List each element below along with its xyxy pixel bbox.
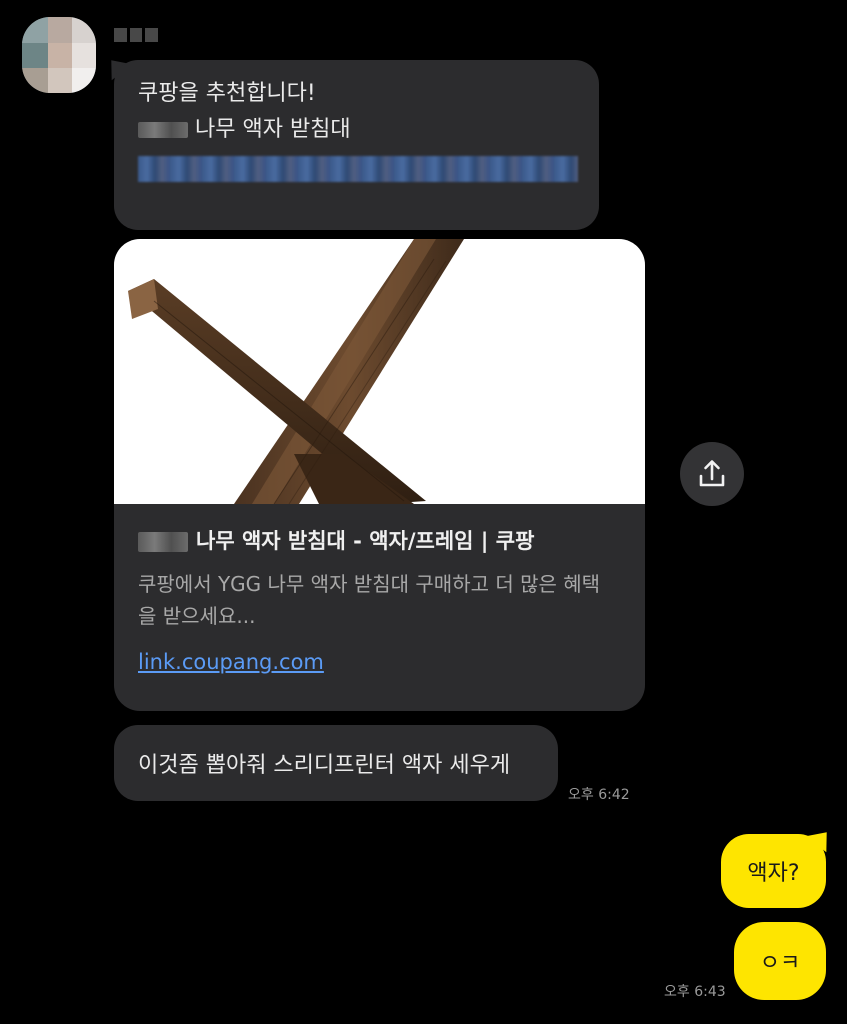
redacted-url-link[interactable] bbox=[138, 156, 578, 182]
sender-name bbox=[114, 28, 159, 44]
link-card-domain[interactable]: link.coupang.com bbox=[138, 650, 324, 674]
product-name: 나무 액자 받침대 bbox=[195, 117, 351, 142]
message-text: 이것좀 뽑아줘 스리디프린터 액자 세우게 bbox=[138, 753, 511, 778]
message-timestamp: 오후 6:43 bbox=[664, 984, 726, 1000]
link-preview-card[interactable]: 나무 액자 받침대 - 액자/프레임 | 쿠팡 쿠팡에서 YGG 나무 액자 받… bbox=[114, 239, 645, 711]
link-card-title-text: 나무 액자 받침대 - 액자/프레임 | 쿠팡 bbox=[196, 529, 535, 553]
message-text: 쿠팡을 추천합니다! bbox=[138, 81, 316, 106]
message-product-line: 나무 액자 받침대 bbox=[138, 112, 575, 148]
message-text: ㅇㅋ bbox=[759, 951, 801, 976]
message-bubble[interactable]: 이것좀 뽑아줘 스리디프린터 액자 세우게 bbox=[114, 725, 558, 801]
share-button[interactable] bbox=[680, 442, 744, 506]
message-timestamp: 오후 6:42 bbox=[568, 787, 630, 803]
link-card-title: 나무 액자 받침대 - 액자/프레임 | 쿠팡 bbox=[138, 526, 621, 556]
message-text: 액자? bbox=[747, 861, 800, 886]
my-message-bubble[interactable]: ㅇㅋ bbox=[734, 922, 826, 1000]
message-bubble[interactable]: 쿠팡을 추천합니다! 나무 액자 받침대 bbox=[114, 60, 599, 230]
redacted-brand bbox=[138, 532, 188, 552]
share-icon bbox=[699, 460, 725, 487]
redacted-brand bbox=[138, 122, 188, 138]
my-message-bubble[interactable]: 액자? bbox=[721, 834, 826, 908]
product-image[interactable] bbox=[114, 239, 645, 504]
sender-avatar[interactable] bbox=[22, 17, 96, 93]
link-card-description: 쿠팡에서 YGG 나무 액자 받침대 구매하고 더 많은 혜택을 받으세요... bbox=[138, 572, 601, 628]
wooden-stand-image bbox=[128, 239, 464, 504]
